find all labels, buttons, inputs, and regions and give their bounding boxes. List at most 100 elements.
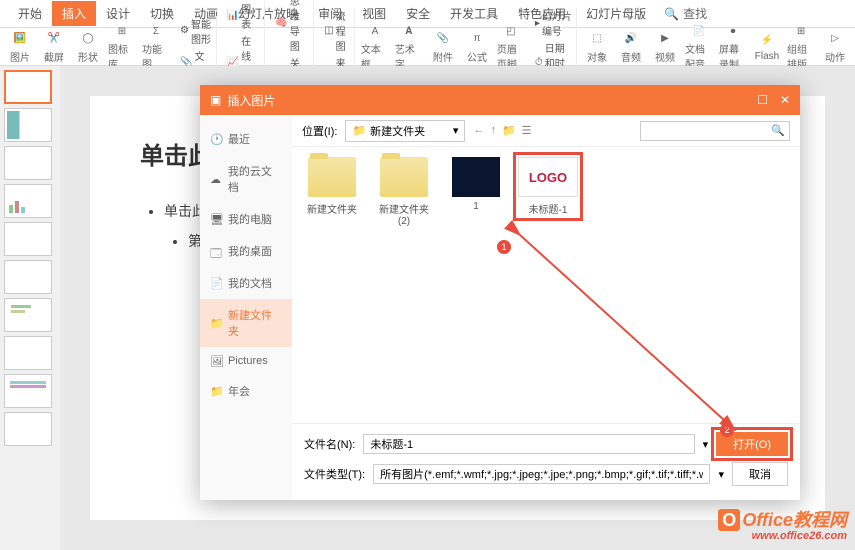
cancel-button[interactable]: 取消 <box>732 462 788 486</box>
sidebar-pictures[interactable]: 🖼Pictures <box>200 347 292 375</box>
tool-flash[interactable]: ⚡Flash <box>753 32 781 62</box>
tool-iconlib[interactable]: ⊞图标库 <box>108 22 136 71</box>
thumbnail-5[interactable] <box>4 222 52 256</box>
pic-icon: 🖼 <box>210 355 222 367</box>
thumbnail-7[interactable] <box>4 298 52 332</box>
sidebar-annual[interactable]: 📁年会 <box>200 375 292 407</box>
insert-picture-dialog: ▣ 插入图片 ☐ ✕ 🕐最近 ☁我的云文档 🖥我的电脑 🗔我的桌面 📄我的文档 … <box>200 85 800 500</box>
sidebar-desktop[interactable]: 🗔我的桌面 <box>200 235 292 267</box>
folder-icon <box>308 157 356 197</box>
thumbnail-4[interactable] <box>4 184 52 218</box>
tool-formula[interactable]: π公式 <box>463 30 491 64</box>
slide-thumbnails <box>0 66 60 550</box>
search-icon: 🔍 <box>771 124 785 137</box>
mic-icon: 📄 <box>690 22 708 40</box>
attach-icon: 📎 <box>434 30 452 48</box>
app-icon: ▣ <box>210 93 221 107</box>
thumbnail-9[interactable] <box>4 374 52 408</box>
close-icon[interactable]: ✕ <box>780 93 790 107</box>
new-folder-icon[interactable]: 📁 <box>502 124 516 137</box>
shapes-icon: ◯ <box>79 30 97 48</box>
tool-object[interactable]: ⬚对象 <box>583 30 611 64</box>
thumbnail-1[interactable] <box>4 70 52 104</box>
nav-back-icon[interactable]: ← <box>473 124 484 137</box>
thumbnail-10[interactable] <box>4 412 52 446</box>
thumbnail-6[interactable] <box>4 260 52 294</box>
sidebar-cloud[interactable]: ☁我的云文档 <box>200 155 292 203</box>
file-image-1[interactable]: 1 <box>446 157 506 212</box>
tool-dubbing[interactable]: 📄文档配音 <box>685 22 713 71</box>
tool-headerfooter[interactable]: ◰页眉页脚 <box>497 22 525 71</box>
folder-small-icon: 📁 <box>352 124 366 137</box>
folder-icon: 📁 <box>210 317 222 329</box>
tool-slidenum[interactable]: ▸ 幻灯片编号 <box>535 8 572 38</box>
clock-icon: 🕐 <box>210 133 222 145</box>
nav-up-icon[interactable]: ↑ <box>490 124 496 137</box>
path-dropdown[interactable]: 📁 新建文件夹 ▾ <box>345 120 465 142</box>
picture-icon: 🖼️ <box>11 30 29 48</box>
doc-icon: 📄 <box>210 277 222 289</box>
tool-textbox[interactable]: A文本框 <box>361 22 389 71</box>
tool-video[interactable]: ▶视频 <box>651 30 679 64</box>
filename-dropdown[interactable]: ▾ <box>703 438 709 451</box>
file-folder-1[interactable]: 新建文件夹 <box>302 157 362 216</box>
cloud-icon: ☁ <box>210 173 222 185</box>
tool-attachment[interactable]: 📎附件 <box>429 30 457 64</box>
tab-master[interactable]: 幻灯片母版 <box>576 1 656 26</box>
pc-icon: 🖥 <box>210 213 222 225</box>
tool-layout[interactable]: ⊞组组排版 <box>787 22 815 71</box>
filetype-label: 文件类型(T): <box>304 466 365 482</box>
tool-screenshot[interactable]: ✂️截屏 <box>40 30 68 64</box>
watermark: OOffice教程网 www.office26.com <box>718 509 847 542</box>
view-icon[interactable]: ☰ <box>522 124 532 137</box>
thumbnail-3[interactable] <box>4 146 52 180</box>
audio-icon: 🔊 <box>622 30 640 48</box>
textbox-icon: A <box>366 22 384 40</box>
tab-insert[interactable]: 插入 <box>52 1 96 26</box>
grid-icon: ⊞ <box>113 22 131 40</box>
obj-icon: ⬚ <box>588 30 606 48</box>
tool-picture[interactable]: 🖼️图片 <box>6 30 34 64</box>
sidebar-newfolder[interactable]: 📁新建文件夹 <box>200 299 292 347</box>
search-icon: 🔍 <box>664 7 679 21</box>
dialog-sidebar: 🕐最近 ☁我的云文档 🖥我的电脑 🗔我的桌面 📄我的文档 📁新建文件夹 🖼Pic… <box>200 115 292 500</box>
folder-icon <box>380 157 428 197</box>
filetype-input[interactable] <box>373 464 710 484</box>
calendar-icon: 📁 <box>210 385 222 397</box>
tool-mindmap[interactable]: 🧠 思维导图 <box>275 0 309 53</box>
wordart-icon: 𝐀 <box>400 22 418 40</box>
maximize-icon[interactable]: ☐ <box>757 93 768 107</box>
filename-input[interactable] <box>363 434 694 454</box>
path-label: 位置(I): <box>302 123 337 139</box>
office-logo-icon: O <box>718 509 740 531</box>
image-thumbnail <box>452 157 500 197</box>
sigma-icon: Σ <box>147 22 165 40</box>
dialog-titlebar[interactable]: ▣ 插入图片 ☐ ✕ <box>200 85 800 115</box>
sidebar-recent[interactable]: 🕐最近 <box>200 123 292 155</box>
tool-function[interactable]: Σ功能图 <box>142 22 170 71</box>
tool-action[interactable]: ▷动作 <box>821 30 849 64</box>
tool-shapes[interactable]: ◯形状 <box>74 30 102 64</box>
annotation-badge-2: 2 <box>720 423 734 437</box>
tool-screenrec[interactable]: ⏺屏幕录制 <box>719 22 747 71</box>
file-folder-2[interactable]: 新建文件夹 (2) <box>374 157 434 227</box>
sidebar-computer[interactable]: 🖥我的电脑 <box>200 203 292 235</box>
desktop-icon: 🗔 <box>210 245 222 257</box>
tool-flowchart[interactable]: ◫ 流程图 <box>324 8 350 53</box>
filename-label: 文件名(N): <box>304 436 355 452</box>
thumbnail-2[interactable] <box>4 108 52 142</box>
sidebar-documents[interactable]: 📄我的文档 <box>200 267 292 299</box>
search-input[interactable]: 🔍 <box>640 121 790 141</box>
tab-start[interactable]: 开始 <box>8 1 52 26</box>
search-button[interactable]: 🔍 查找 <box>664 5 707 22</box>
tool-chart[interactable]: 📊 图表 <box>227 1 261 31</box>
flash-icon: ⚡ <box>758 32 776 50</box>
chevron-down-icon: ▾ <box>453 124 459 137</box>
file-logo[interactable]: LOGO 未标题-1 <box>518 157 578 216</box>
tool-audio[interactable]: 🔊音频 <box>617 30 645 64</box>
thumbnail-8[interactable] <box>4 336 52 370</box>
filetype-dropdown[interactable]: ▾ <box>718 468 724 481</box>
tool-smartart[interactable]: ⚙ 智能图形 <box>180 16 212 46</box>
tool-wordart[interactable]: 𝐀艺术字 <box>395 22 423 71</box>
logo-thumbnail: LOGO <box>518 157 578 197</box>
